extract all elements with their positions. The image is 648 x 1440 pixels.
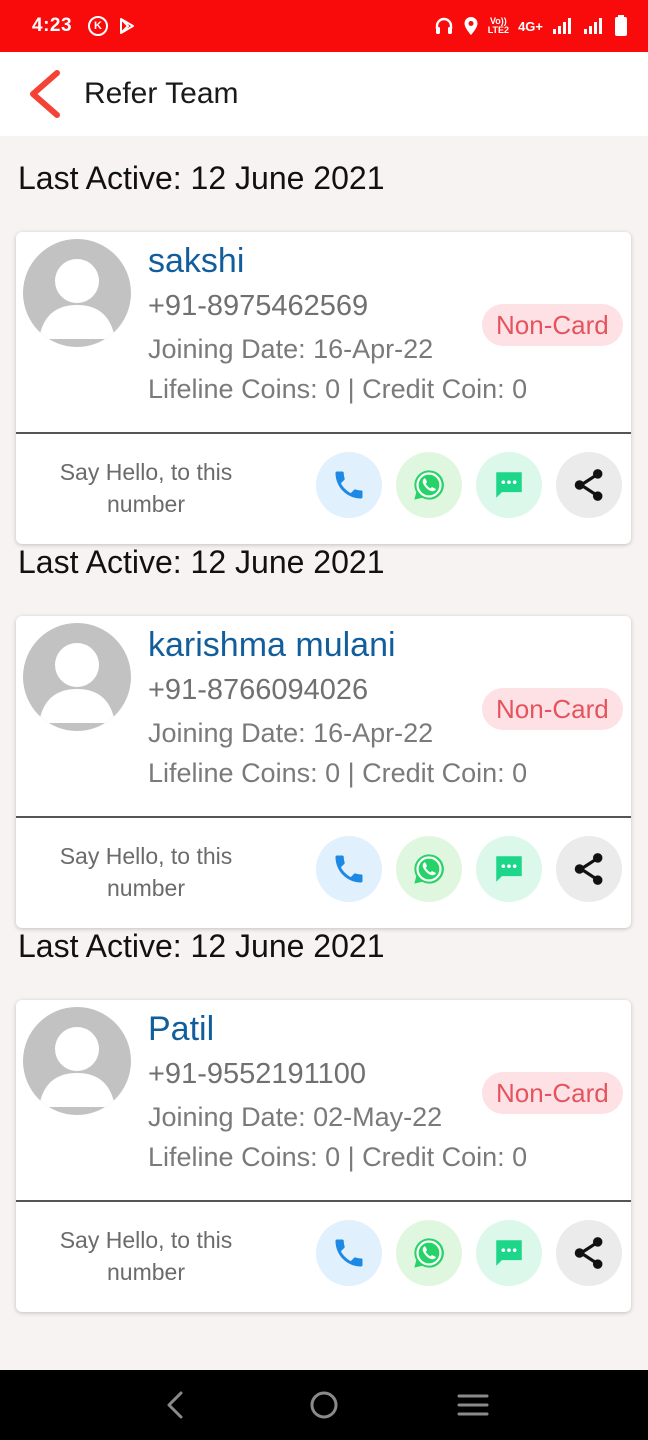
sms-button[interactable] xyxy=(476,1220,542,1286)
last-active-label: Last Active: 12 June 2021 xyxy=(18,928,385,964)
member-name: sakshi xyxy=(148,242,245,280)
whatsapp-icon xyxy=(414,854,444,884)
say-hello-text: Say Hello, to this number xyxy=(59,843,233,901)
sms-button[interactable] xyxy=(476,836,542,902)
member-card[interactable]: Patil +91-9552191100 Joining Date: 02-Ma… xyxy=(16,1000,631,1312)
avatar xyxy=(23,239,131,347)
share-button[interactable] xyxy=(556,452,622,518)
say-hello-text: Say Hello, to this number xyxy=(59,459,233,517)
location-icon xyxy=(464,17,478,35)
phone-icon xyxy=(335,1239,363,1267)
share-button[interactable] xyxy=(556,836,622,902)
home-nav-icon xyxy=(310,1391,338,1419)
call-button[interactable] xyxy=(316,836,382,902)
last-active-label: Last Active: 12 June 2021 xyxy=(18,160,385,196)
signal-icon xyxy=(553,18,571,34)
share-icon xyxy=(574,1237,603,1269)
team-list[interactable]: Last Active: 12 June 2021 sakshi +91-897… xyxy=(0,136,648,1370)
member-name: Patil xyxy=(148,1010,215,1048)
chevron-left-icon xyxy=(30,70,60,118)
member-phone: +91-9552191100 xyxy=(148,1058,366,1090)
divider xyxy=(16,432,631,434)
member-card[interactable]: sakshi +91-8975462569 Joining Date: 16-A… xyxy=(16,232,631,544)
volte-indicator: Vo)) LTE2 xyxy=(487,16,510,35)
divider xyxy=(16,816,631,818)
phone-icon xyxy=(335,855,363,883)
user-placeholder-icon xyxy=(39,259,115,339)
nav-home-button[interactable] xyxy=(294,1375,354,1435)
contact-actions xyxy=(316,836,622,902)
share-icon xyxy=(574,469,603,501)
nav-recents-button[interactable] xyxy=(443,1375,503,1435)
sms-icon xyxy=(496,472,522,498)
status-badge: Non-Card xyxy=(482,1072,623,1114)
whatsapp-button[interactable] xyxy=(396,836,462,902)
status-bar: 4:23 K Vo)) LTE2 4G+ xyxy=(0,0,648,52)
call-button[interactable] xyxy=(316,452,382,518)
share-button[interactable] xyxy=(556,1220,622,1286)
recents-nav-icon xyxy=(457,1394,489,1416)
coins-info: Lifeline Coins: 0 | Credit Coin: 0 xyxy=(148,758,528,788)
joining-date: Joining Date: 16-Apr-22 xyxy=(148,718,434,748)
member-phone: +91-8766094026 xyxy=(148,674,369,706)
avatar xyxy=(23,623,131,731)
say-hello-text: Say Hello, to this number xyxy=(59,1227,233,1285)
avatar xyxy=(23,1007,131,1115)
share-icon xyxy=(574,853,603,885)
member-name: karishma mulani xyxy=(148,626,396,664)
whatsapp-button[interactable] xyxy=(396,1220,462,1286)
phone-icon xyxy=(335,471,363,499)
divider xyxy=(16,1200,631,1202)
app-bar: Refer Team xyxy=(0,52,648,136)
member-phone: +91-8975462569 xyxy=(148,290,369,322)
system-nav-bar xyxy=(0,1370,648,1440)
user-placeholder-icon xyxy=(39,643,115,723)
last-active-label: Last Active: 12 June 2021 xyxy=(18,544,385,580)
battery-icon xyxy=(615,15,627,36)
user-placeholder-icon xyxy=(39,1027,115,1107)
whatsapp-button[interactable] xyxy=(396,452,462,518)
status-time: 4:23 xyxy=(32,15,73,36)
contact-actions xyxy=(316,452,622,518)
call-button[interactable] xyxy=(316,1220,382,1286)
status-badge: Non-Card xyxy=(482,688,623,730)
back-nav-icon xyxy=(167,1391,183,1419)
contact-actions xyxy=(316,1220,622,1286)
sms-button[interactable] xyxy=(476,452,542,518)
signal-2-icon xyxy=(584,18,602,34)
coins-info: Lifeline Coins: 0 | Credit Coin: 0 xyxy=(148,374,528,404)
network-type: 4G+ xyxy=(518,18,543,34)
joining-date: Joining Date: 02-May-22 xyxy=(148,1102,443,1132)
headphones-icon xyxy=(435,17,452,34)
member-card[interactable]: karishma mulani +91-8766094026 Joining D… xyxy=(16,616,631,928)
status-system-icons: Vo)) LTE2 4G+ xyxy=(434,15,628,37)
status-badge: Non-Card xyxy=(482,304,623,346)
nav-back-button[interactable] xyxy=(145,1375,205,1435)
coins-info: Lifeline Coins: 0 | Credit Coin: 0 xyxy=(148,1142,528,1172)
status-notification-icons: K xyxy=(88,16,136,36)
page-title: Refer Team xyxy=(84,77,239,110)
sms-icon xyxy=(496,1240,522,1266)
k-app-icon: K xyxy=(88,16,109,36)
joining-date: Joining Date: 16-Apr-22 xyxy=(148,334,434,364)
sms-icon xyxy=(496,856,522,882)
whatsapp-icon xyxy=(414,470,444,500)
play-store-icon xyxy=(120,18,135,34)
whatsapp-icon xyxy=(414,1238,444,1268)
back-button[interactable] xyxy=(20,64,70,124)
